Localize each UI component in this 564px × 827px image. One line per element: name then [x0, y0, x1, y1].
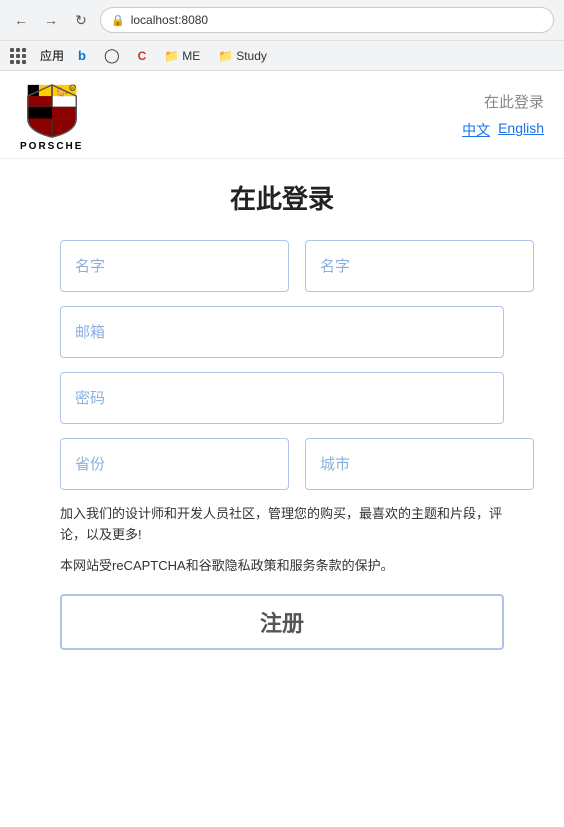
- description-text-2: 本网站受reCAPTCHA和谷歌隐私政策和服务条款的保护。: [60, 556, 504, 577]
- bookmark-codepen[interactable]: C: [134, 47, 151, 65]
- bookmark-github[interactable]: ◯: [100, 45, 124, 66]
- bookmark-me[interactable]: 📁 ME: [160, 47, 204, 65]
- password-input[interactable]: [60, 372, 504, 424]
- porsche-logo: 🐎 R PORSCHE: [20, 83, 83, 152]
- submit-button[interactable]: 注册: [60, 594, 504, 650]
- forward-button[interactable]: →: [40, 9, 62, 31]
- page-header: 🐎 R PORSCHE 在此登录 中文: [0, 71, 564, 159]
- bookmark-bing[interactable]: b: [74, 46, 90, 65]
- apps-grid-icon[interactable]: [10, 48, 26, 64]
- lastname-input[interactable]: [305, 240, 534, 292]
- email-input[interactable]: [60, 306, 504, 358]
- codepen-favicon: C: [138, 49, 147, 63]
- province-input[interactable]: [60, 438, 289, 490]
- city-input[interactable]: [305, 438, 534, 490]
- form-title: 在此登录: [60, 179, 504, 216]
- bookmark-study[interactable]: 📁 Study: [214, 47, 271, 65]
- study-folder-icon: 📁: [218, 49, 233, 63]
- main-content: 在此登录 加入我们的设计师和开发人员社区，管理您的购买，最喜欢的主题和片段，评论…: [0, 159, 564, 670]
- lang-english-link[interactable]: English: [498, 120, 544, 140]
- page-content: 🐎 R PORSCHE 在此登录 中文: [0, 71, 564, 827]
- email-row: [60, 306, 504, 358]
- refresh-button[interactable]: ↻: [70, 9, 92, 31]
- firstname-input[interactable]: [60, 240, 289, 292]
- browser-chrome: ← → ↻ 🔒 localhost:8080 应用 b ◯ C 📁 ME 📁: [0, 0, 564, 71]
- name-row: [60, 240, 504, 292]
- me-folder-icon: 📁: [164, 49, 179, 63]
- url-text: localhost:8080: [131, 13, 208, 27]
- porsche-crest-image: 🐎 R: [24, 83, 80, 139]
- browser-toolbar: ← → ↻ 🔒 localhost:8080: [0, 0, 564, 40]
- header-login-link[interactable]: 在此登录: [484, 91, 544, 112]
- language-links: 中文 English: [462, 120, 544, 140]
- svg-text:R: R: [71, 87, 74, 91]
- address-bar[interactable]: 🔒 localhost:8080: [100, 7, 554, 33]
- bookmark-study-label: Study: [236, 49, 267, 63]
- bookmarks-bar: 应用 b ◯ C 📁 ME 📁 Study: [0, 40, 564, 70]
- lang-chinese-link[interactable]: 中文: [462, 120, 490, 140]
- github-favicon: ◯: [104, 47, 120, 64]
- secure-icon: 🔒: [111, 14, 125, 27]
- password-row: [60, 372, 504, 424]
- bookmark-me-label: ME: [182, 49, 200, 63]
- header-right: 在此登录 中文 English: [462, 83, 544, 140]
- porsche-wordmark: PORSCHE: [20, 141, 83, 152]
- back-button[interactable]: ←: [10, 9, 32, 31]
- description-text-1: 加入我们的设计师和开发人员社区，管理您的购买，最喜欢的主题和片段，评论，以及更多…: [60, 504, 504, 546]
- bookmark-apps-label: 应用: [40, 47, 64, 64]
- location-row: [60, 438, 504, 490]
- bing-favicon: b: [78, 48, 86, 63]
